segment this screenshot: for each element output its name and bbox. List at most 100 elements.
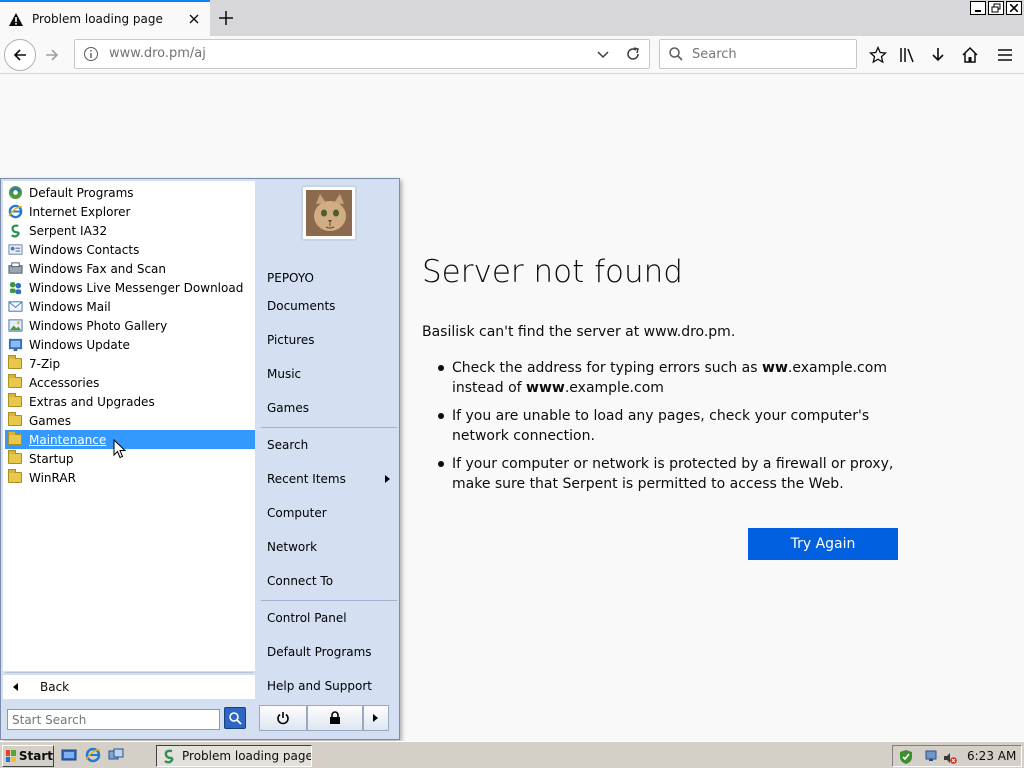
program-item-windows-update[interactable]: Windows Update [5, 335, 255, 354]
security-shield-icon[interactable] [898, 749, 914, 765]
triangle-right-icon [373, 714, 378, 722]
tab-problem-loading[interactable]: Problem loading page [0, 0, 210, 36]
program-item-windows-photo-gallery[interactable]: Windows Photo Gallery [5, 316, 255, 335]
triangle-left-icon [13, 683, 18, 691]
program-item-windows-mail[interactable]: Windows Mail [5, 297, 255, 316]
start-label: Start [18, 749, 53, 763]
internet-explorer-icon [7, 204, 23, 220]
forward-button[interactable] [40, 43, 64, 67]
start-search-input[interactable] [7, 709, 220, 730]
program-item-windows-fax-and-scan[interactable]: Windows Fax and Scan [5, 259, 255, 278]
program-item-default-programs[interactable]: Default Programs [5, 183, 255, 202]
program-item-accessories[interactable]: Accessories [5, 373, 255, 392]
downloads-button[interactable] [926, 43, 950, 67]
program-item-internet-explorer[interactable]: Internet Explorer [5, 202, 255, 221]
mail-icon [7, 299, 23, 315]
program-item-serpent-ia32[interactable]: Serpent IA32 [5, 221, 255, 240]
all-programs-list: Default Programs Internet Explorer Serpent… [3, 181, 255, 671]
network-status-icon[interactable] [925, 749, 941, 765]
start-search-button[interactable] [224, 707, 246, 729]
program-item-games[interactable]: Games [5, 411, 255, 430]
program-label: WinRAR [29, 470, 76, 485]
program-label: Windows Photo Gallery [29, 318, 168, 333]
avatar[interactable] [301, 185, 357, 241]
program-item-extras-and-upgrades[interactable]: Extras and Upgrades [5, 392, 255, 411]
info-icon[interactable] [83, 46, 99, 62]
url-text[interactable]: www.dro.pm/aj [109, 40, 206, 68]
suggestion-item: Check the address for typing errors such… [436, 358, 916, 398]
lock-button[interactable] [307, 705, 363, 731]
taskbar-item-browser[interactable]: Problem loading page ... [156, 745, 312, 767]
tab-title: Problem loading page [32, 12, 163, 26]
bookmark-star-button[interactable] [866, 43, 890, 67]
menu-button[interactable] [993, 43, 1017, 67]
error-title: Server not found [422, 254, 683, 290]
network-link[interactable]: Network [267, 540, 317, 554]
reload-icon[interactable] [625, 46, 641, 62]
search-link[interactable]: Search [267, 438, 308, 452]
photo-gallery-icon [7, 318, 23, 334]
start-button[interactable]: Start [2, 745, 54, 767]
back-button[interactable]: Back [3, 675, 255, 699]
search-icon [669, 47, 683, 61]
divider [5, 672, 253, 673]
restore-button[interactable] [988, 1, 1004, 15]
url-bar[interactable]: www.dro.pm/aj [74, 39, 650, 69]
program-item-7-zip[interactable]: 7-Zip [5, 354, 255, 373]
back-label: Back [40, 680, 70, 694]
connect-to-link[interactable]: Connect To [267, 574, 333, 588]
folder-icon [7, 393, 23, 410]
new-tab-button[interactable] [214, 6, 238, 30]
computer-link[interactable]: Computer [267, 506, 327, 520]
pictures-link[interactable]: Pictures [267, 333, 315, 347]
back-button[interactable] [4, 39, 36, 71]
help-support-link[interactable]: Help and Support [267, 679, 372, 693]
program-item-startup[interactable]: Startup [5, 449, 255, 468]
library-icon [900, 48, 914, 63]
internet-explorer-icon[interactable] [85, 747, 101, 763]
games-link[interactable]: Games [267, 401, 309, 415]
search-bar[interactable] [659, 39, 857, 69]
close-window-button[interactable] [1006, 1, 1022, 15]
user-folder-link[interactable]: PEPOYO [267, 271, 314, 285]
folder-icon [7, 450, 23, 467]
default-programs-link[interactable]: Default Programs [267, 645, 372, 659]
system-tray: 6:23 AM [892, 745, 1022, 767]
fax-icon [7, 261, 23, 277]
recent-items-link[interactable]: Recent Items [267, 472, 346, 486]
library-button[interactable] [895, 43, 919, 67]
tab-strip: Problem loading page [0, 0, 1024, 36]
search-input[interactable] [690, 44, 850, 64]
music-link[interactable]: Music [267, 367, 301, 381]
switch-windows-icon[interactable] [108, 747, 124, 763]
default-programs-icon [7, 185, 23, 201]
home-button[interactable] [958, 43, 982, 67]
folder-icon [7, 374, 23, 391]
control-panel-link[interactable]: Control Panel [267, 611, 347, 625]
chevron-down-icon[interactable] [595, 46, 611, 62]
program-item-winrar[interactable]: WinRAR [5, 468, 255, 487]
power-button[interactable] [259, 705, 307, 731]
start-menu: Default Programs Internet Explorer Serpent… [0, 178, 400, 740]
mouse-cursor-icon [113, 439, 127, 459]
start-menu-right-pane: PEPOYO Documents Pictures Music Games Se… [257, 179, 401, 741]
try-again-button[interactable]: Try Again [748, 528, 898, 560]
suggestion-item: If your computer or network is protected… [436, 454, 916, 494]
show-desktop-icon[interactable] [61, 747, 77, 763]
folder-icon [7, 469, 23, 486]
program-item-windows-contacts[interactable]: Windows Contacts [5, 240, 255, 259]
volume-muted-icon[interactable] [943, 751, 957, 765]
program-label: Accessories [29, 375, 100, 390]
program-item-maintenance[interactable]: Maintenance [5, 430, 255, 449]
program-label: Internet Explorer [29, 204, 131, 219]
folder-icon [7, 431, 23, 448]
close-tab-icon[interactable] [186, 11, 202, 27]
program-label: Startup [29, 451, 74, 466]
program-label: 7-Zip [29, 356, 61, 371]
power-controls [259, 705, 389, 731]
shutdown-options-button[interactable] [363, 705, 389, 731]
suggestion-item: If you are unable to load any pages, che… [436, 406, 916, 446]
minimize-button[interactable] [970, 1, 986, 15]
documents-link[interactable]: Documents [267, 299, 335, 313]
program-item-windows-live-messenger-download[interactable]: Windows Live Messenger Download [5, 278, 255, 297]
